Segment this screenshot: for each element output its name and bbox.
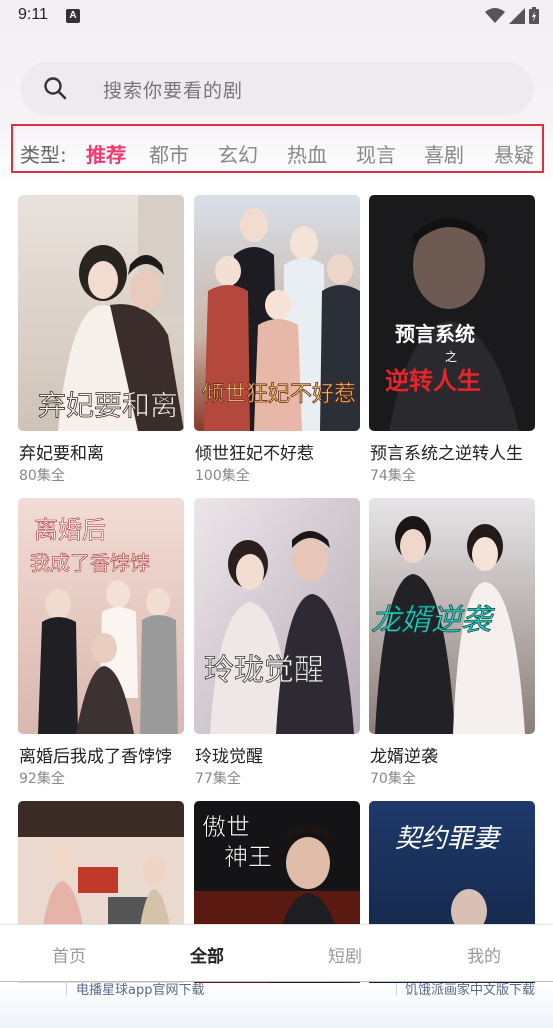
search-input[interactable]: 搜索你要看的剧 <box>103 76 243 103</box>
drama-card[interactable]: 玲珑觉醒 玲珑觉醒 77集全 <box>194 498 360 787</box>
search-bar[interactable]: 搜索你要看的剧 <box>21 62 533 114</box>
drama-card[interactable]: 龙婿逆袭 龙婿逆袭 70集全 <box>369 498 535 787</box>
drama-poster[interactable]: 弃妃要和离 <box>18 195 184 431</box>
drama-poster[interactable]: 玲珑觉醒 <box>194 498 360 734</box>
poster-title-text: 龙婿逆袭 <box>371 603 495 638</box>
signal-icon <box>509 7 525 24</box>
nav-short-drama[interactable]: 短剧 <box>328 942 362 967</box>
search-icon <box>44 77 67 100</box>
nav-mine[interactable]: 我的 <box>467 942 501 967</box>
drama-episode-count: 74集全 <box>370 468 416 484</box>
drama-card[interactable]: 倾世狂妃不好惹 倾世狂妃不好惹 100集全 <box>194 195 360 484</box>
poster-title-text-1: 离婚后 <box>34 516 106 544</box>
poster-title-text-1: 傲世 <box>202 813 250 841</box>
footer-link[interactable]: 饥饿派画家中文版下载 <box>405 983 535 998</box>
category-label: 类型: <box>20 143 67 167</box>
status-bar: 9:11 A <box>0 0 553 32</box>
footer-links: 电播星球app官网下载 饥饿派画家中文版下载 <box>0 983 553 1028</box>
drama-episode-count: 80集全 <box>19 468 65 484</box>
category-tab-romance[interactable]: 现言 <box>356 139 396 168</box>
battery-icon <box>529 7 539 24</box>
drama-card[interactable]: 弃妃要和离 弃妃要和离 80集全 <box>18 195 184 484</box>
footer-link[interactable]: 电播星球app官网下载 <box>76 983 204 998</box>
drama-title[interactable]: 预言系统之逆转人生 <box>370 439 540 464</box>
poster-title-text-2: 神王 <box>224 843 272 871</box>
category-tab-urban[interactable]: 都市 <box>149 139 189 168</box>
poster-title-text-2: 我成了香饽饽 <box>30 551 150 575</box>
drama-episode-count: 77集全 <box>195 771 241 787</box>
drama-episode-count: 70集全 <box>370 771 416 787</box>
category-tab-fantasy[interactable]: 玄幻 <box>218 139 258 168</box>
poster-title-text-1: 预言系统 <box>395 322 475 346</box>
drama-card[interactable]: 预言系统 之 逆转人生 预言系统之逆转人生 74集全 <box>369 195 535 484</box>
drama-episode-count: 92集全 <box>19 771 65 787</box>
drama-title[interactable]: 离婚后我成了香饽饽 <box>19 742 189 767</box>
status-icons <box>485 7 539 24</box>
poster-title-text: 契约罪妻 <box>395 824 502 854</box>
notification-a-icon: A <box>66 9 80 23</box>
category-tab-recommend[interactable]: 推荐 <box>86 139 126 168</box>
drama-episode-count: 100集全 <box>195 468 250 484</box>
poster-title-text-3: 逆转人生 <box>385 367 481 395</box>
nav-home[interactable]: 首页 <box>52 942 86 967</box>
wifi-icon <box>485 7 505 23</box>
drama-title[interactable]: 玲珑觉醒 <box>195 742 365 767</box>
drama-card[interactable]: 离婚后 我成了香饽饽 离婚后我成了香饽饽 92集全 <box>18 498 184 787</box>
footer-separator <box>396 983 397 995</box>
bottom-navigation: 首页 全部 短剧 我的 <box>0 924 553 982</box>
poster-title-text: 倾世狂妃不好惹 <box>202 382 356 407</box>
drama-title[interactable]: 倾世狂妃不好惹 <box>195 439 365 464</box>
category-tab-comedy[interactable]: 喜剧 <box>424 139 464 168</box>
poster-title-text: 玲珑觉醒 <box>204 653 324 688</box>
status-time: 9:11 <box>18 6 48 23</box>
nav-all[interactable]: 全部 <box>190 942 224 967</box>
category-tab-mystery[interactable]: 悬疑 <box>494 139 534 168</box>
drama-poster[interactable]: 倾世狂妃不好惹 <box>194 195 360 431</box>
drama-poster[interactable]: 离婚后 我成了香饽饽 <box>18 498 184 734</box>
drama-title[interactable]: 龙婿逆袭 <box>370 742 540 767</box>
category-tab-action[interactable]: 热血 <box>287 139 327 168</box>
footer-separator <box>66 983 67 995</box>
poster-title-text-2: 之 <box>445 350 457 364</box>
drama-poster[interactable]: 龙婿逆袭 <box>369 498 535 734</box>
poster-title-text: 弃妃要和离 <box>38 389 178 422</box>
drama-title[interactable]: 弃妃要和离 <box>19 439 189 464</box>
category-filter-bar: 类型: 推荐 都市 玄幻 热血 现言 喜剧 悬疑 <box>11 124 544 173</box>
drama-poster[interactable]: 预言系统 之 逆转人生 <box>369 195 535 431</box>
